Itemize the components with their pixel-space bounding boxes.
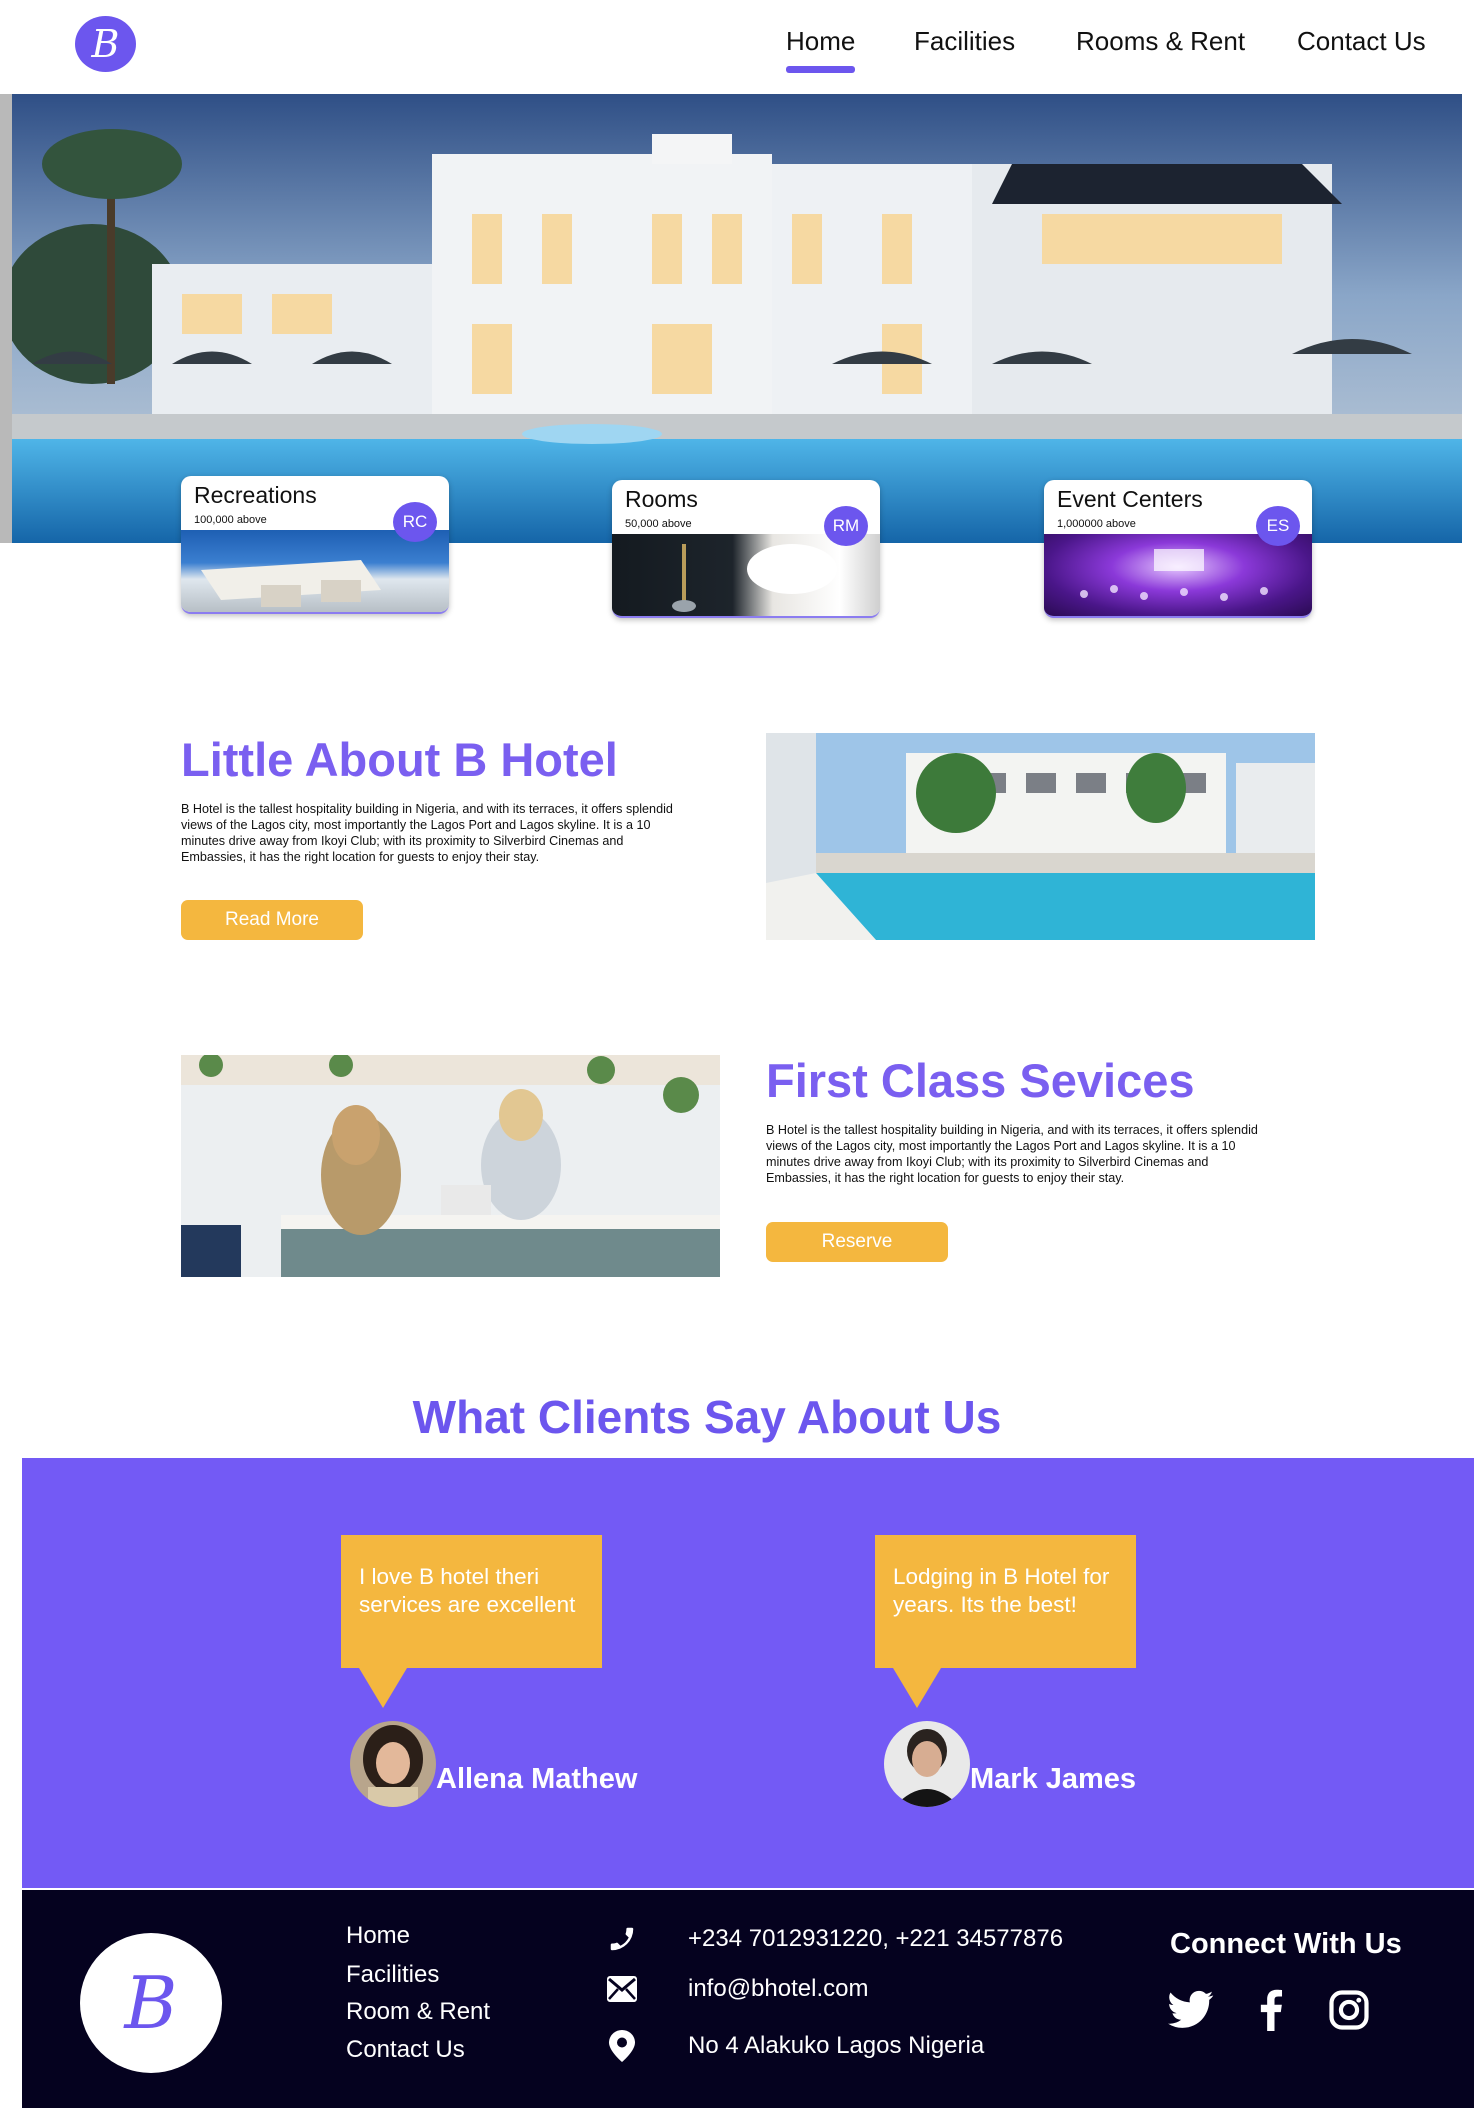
contact-phone: +234 7012931220, +221 34577876 (688, 1925, 1064, 1952)
nav-rooms-rent[interactable]: Rooms & Rent (1076, 26, 1245, 57)
nav-home-link[interactable]: Home (786, 26, 855, 56)
category-price: 1,000000 above (1057, 518, 1136, 530)
email-icon (605, 1972, 639, 2006)
category-price: 50,000 above (625, 518, 692, 530)
category-card-rooms[interactable]: Rooms 50,000 above RM (612, 480, 880, 618)
contact-address: No 4 Alakuko Lagos Nigeria (688, 2032, 985, 2059)
testimonials-heading: What Clients Say About Us (412, 1391, 1002, 1443)
contact-address-row: No 4 Alakuko Lagos Nigeria (605, 2029, 984, 2063)
testimonial-quote-1: I love B hotel theri services are excell… (341, 1535, 602, 1708)
event-centers-image (1044, 534, 1312, 616)
category-title: Rooms (625, 486, 698, 512)
recreations-image (181, 530, 449, 612)
category-badge: RM (824, 506, 868, 546)
services-text: B Hotel is the tallest hospitality build… (766, 1123, 1258, 1185)
avatar-illustration (884, 1721, 970, 1807)
rooms-illustration (672, 544, 837, 612)
category-price: 100,000 above (194, 514, 267, 526)
logo-letter: B (91, 22, 120, 66)
avatar-illustration (350, 1721, 436, 1807)
reception-illustration (181, 1055, 720, 1277)
nav-contact[interactable]: Contact Us (1297, 26, 1426, 57)
contact-phone-row: +234 7012931220, +221 34577876 (605, 1922, 1063, 1956)
about-hotel-photo (766, 733, 1315, 940)
footer-link-facilities[interactable]: Facilities (346, 1961, 439, 1989)
testimonial-quote-2: Lodging in B Hotel for years. Its the be… (875, 1535, 1136, 1708)
contact-email-row: info@bhotel.com (605, 1972, 868, 2006)
avatar-allena (350, 1721, 436, 1807)
connect-title: Connect With Us (1170, 1928, 1402, 1960)
category-card-event-centers[interactable]: Event Centers 1,000000 above ES (1044, 480, 1312, 618)
testimonials-band (22, 1458, 1474, 1888)
client-name-1: Allena Mathew (436, 1763, 638, 1795)
services-title: First Class Sevices (766, 1054, 1195, 1107)
footer-link-home[interactable]: Home (346, 1922, 410, 1950)
hero-edge (0, 94, 12, 543)
about-text: B Hotel is the tallest hospitality build… (181, 802, 673, 864)
nav-facilities[interactable]: Facilities (914, 26, 1015, 57)
footer-logo-letter: B (124, 1961, 178, 2045)
category-card-recreations[interactable]: Recreations 100,000 above RC (181, 476, 449, 614)
nav-home-wrap: Home (786, 26, 855, 73)
about-hotel-illustration (766, 733, 1315, 940)
footer-link-contact[interactable]: Contact Us (346, 2036, 465, 2064)
logo[interactable]: B (75, 16, 136, 72)
phone-icon (605, 1922, 639, 1956)
reserve-button[interactable]: Reserve (766, 1222, 948, 1262)
footer: B Home Facilities Room & Rent Contact Us… (22, 1890, 1474, 2108)
category-badge: RC (393, 502, 437, 542)
event-illustration (1080, 549, 1268, 601)
client-name-2: Mark James (970, 1763, 1137, 1795)
nav-active-indicator (786, 66, 855, 73)
recreations-illustration (201, 560, 381, 607)
category-title: Recreations (194, 482, 317, 508)
facebook-icon[interactable] (1248, 1987, 1294, 2033)
rooms-image (612, 534, 880, 616)
twitter-icon[interactable] (1168, 1987, 1214, 2033)
category-title: Event Centers (1057, 486, 1203, 512)
instagram-icon[interactable] (1326, 1987, 1372, 2033)
location-pin-icon (605, 2029, 639, 2063)
contact-email[interactable]: info@bhotel.com (688, 1975, 868, 2003)
services-reception-photo (181, 1055, 720, 1277)
footer-logo[interactable]: B (80, 1933, 222, 2073)
read-more-button[interactable]: Read More (181, 900, 363, 940)
about-title: Little About B Hotel (181, 733, 618, 786)
category-badge: ES (1256, 506, 1300, 546)
avatar-mark (884, 1721, 970, 1807)
footer-link-room-rent[interactable]: Room & Rent (346, 1998, 490, 2026)
